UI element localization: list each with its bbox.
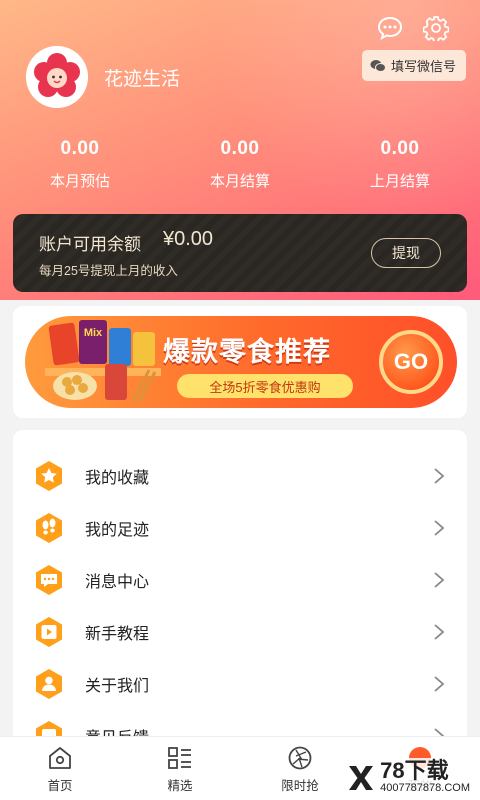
watermark-sub: 4007787878.COM (380, 782, 470, 794)
chat-bubble-icon (377, 16, 403, 40)
banner-title: 爆款零食推荐 (163, 337, 331, 367)
wechat-icon (370, 59, 386, 72)
stat-value: 0.00 (60, 138, 100, 159)
home-icon (49, 747, 71, 769)
watermark-main: 78下载 (380, 758, 449, 783)
menu-item-label: 消息中心 (85, 574, 150, 591)
site-watermark: 78下载 4007787878.COM (342, 758, 474, 796)
menu-item-tutorial[interactable]: 新手教程 (13, 606, 467, 658)
menu-item-about[interactable]: 关于我们 (13, 658, 467, 710)
menu-item-footprints[interactable]: 我的足迹 (13, 502, 467, 554)
promo-banner[interactable]: Mix 爆款零食推荐 全场5折零食优惠购 GO (25, 316, 457, 408)
fill-wechat-button[interactable]: 填写微信号 (361, 50, 466, 81)
withdraw-button[interactable]: 提现 (371, 238, 441, 268)
tab-label: 精选 (167, 779, 193, 793)
balance-note: 每月25号提现上月的收入 (39, 264, 178, 278)
shutter-icon (288, 746, 312, 770)
tab-label: 限时抢 (281, 779, 319, 793)
watermark-logo-icon (349, 766, 374, 790)
balance-card: 账户可用余额 ¥0.00 每月25号提现上月的收入 提现 (13, 214, 467, 292)
avatar[interactable] (26, 46, 88, 108)
promo-banner-card: Mix 爆款零食推荐 全场5折零食优惠购 GO (13, 306, 467, 418)
username: 花迹生活 (104, 69, 181, 90)
chevron-right-icon (434, 468, 445, 484)
stat-value: 0.00 (220, 138, 260, 159)
menu-item-favorites[interactable]: 我的收藏 (13, 450, 467, 502)
menu-item-messages[interactable]: 消息中心 (13, 554, 467, 606)
video-icon (36, 617, 62, 647)
stat-label: 本月预估 (49, 173, 110, 190)
gear-icon (423, 16, 449, 41)
balance-amount: ¥0.00 (163, 228, 214, 250)
menu-item-label: 新手教程 (85, 626, 150, 643)
wechat-tag-label: 填写微信号 (390, 59, 456, 74)
menu-item-label: 我的足迹 (85, 522, 150, 539)
go-button[interactable]: GO (379, 330, 443, 394)
tab-home[interactable]: 首页 (0, 737, 120, 800)
stat-label: 上月结算 (369, 173, 430, 190)
person-icon (36, 669, 62, 699)
stat-last-month-settled[interactable]: 0.00 上月结算 (320, 138, 480, 191)
grid-icon (168, 747, 191, 769)
menu-list: 我的收藏 我的足迹 消息中心 新手教程 关于我们 (13, 430, 467, 770)
stat-value: 0.00 (380, 138, 420, 159)
chevron-right-icon (434, 676, 445, 692)
balance-title: 账户可用余额 (39, 235, 141, 254)
menu-item-label: 关于我们 (85, 678, 150, 695)
chevron-right-icon (434, 624, 445, 640)
settings-button[interactable] (422, 14, 450, 42)
star-icon (36, 461, 62, 491)
footprint-icon (36, 513, 62, 543)
message-icon (36, 565, 62, 595)
menu-item-label: 我的收藏 (85, 470, 150, 487)
earnings-stats: 0.00 本月预估 0.00 本月结算 0.00 上月结算 (0, 138, 480, 191)
tab-label: 首页 (47, 779, 73, 793)
stat-label: 本月结算 (209, 173, 270, 190)
snack-brand-label: Mix (84, 327, 103, 339)
header-actions (376, 14, 450, 42)
stat-month-estimate[interactable]: 0.00 本月预估 (0, 138, 160, 191)
chevron-right-icon (434, 572, 445, 588)
tab-featured[interactable]: 精选 (120, 737, 240, 800)
snacks-illustration: Mix (45, 320, 161, 403)
chevron-right-icon (434, 520, 445, 536)
stat-month-settled[interactable]: 0.00 本月结算 (160, 138, 320, 191)
message-button[interactable] (376, 14, 404, 42)
banner-subtitle: 全场5折零食优惠购 (177, 374, 353, 398)
flower-logo-icon (26, 46, 88, 108)
